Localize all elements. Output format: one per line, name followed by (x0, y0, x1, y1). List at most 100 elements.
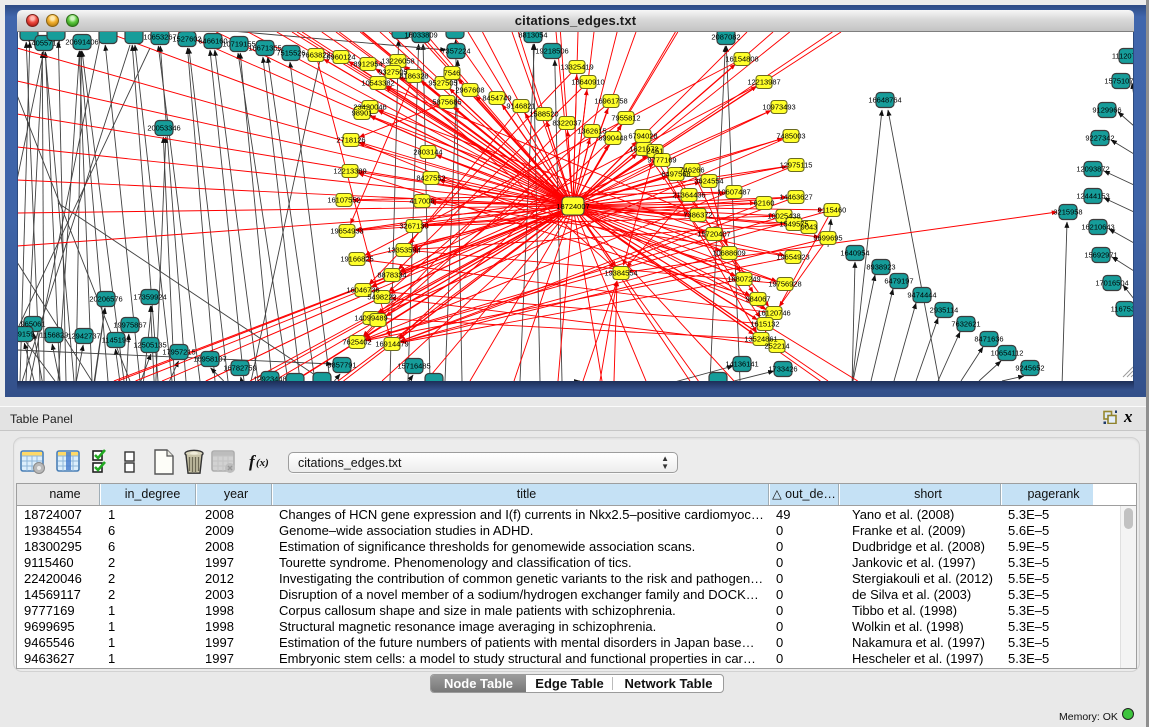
svg-text:5875685: 5875685 (432, 98, 461, 107)
svg-text:12213987: 12213987 (747, 78, 780, 87)
svg-text:15751074: 15751074 (1104, 77, 1134, 86)
svg-text:10958107: 10958107 (193, 355, 226, 364)
svg-text:9527505: 9527505 (428, 79, 457, 88)
svg-text:19166825: 19166825 (340, 255, 373, 264)
svg-text:8938923: 8938923 (866, 263, 895, 272)
svg-text:6479197: 6479197 (884, 277, 913, 286)
svg-text:2087082: 2087082 (711, 33, 740, 42)
svg-text:17016504: 17016504 (1095, 279, 1128, 288)
svg-text:9857791: 9857791 (327, 361, 356, 370)
svg-text:18724007: 18724007 (556, 202, 589, 211)
svg-text:21364436: 21364436 (672, 191, 705, 200)
svg-text:2451: 2451 (647, 147, 664, 156)
svg-text:10973493: 10973493 (762, 103, 795, 112)
svg-text:19975867: 19975867 (113, 321, 146, 330)
svg-text:18807249: 18807249 (727, 275, 760, 284)
svg-text:19384554: 19384554 (604, 269, 637, 278)
svg-text:6794028: 6794028 (628, 132, 657, 141)
svg-text:9245652: 9245652 (1015, 364, 1044, 373)
svg-text:16648764: 16648764 (868, 96, 901, 105)
svg-text:2803144: 2803144 (413, 148, 442, 157)
svg-text:14055714: 14055714 (27, 39, 60, 48)
svg-text:5498222: 5498222 (367, 293, 396, 302)
svg-text:7357224: 7357224 (441, 47, 470, 56)
svg-text:984067: 984067 (745, 295, 770, 304)
svg-text:11120734: 11120734 (1112, 52, 1134, 61)
svg-text:16914479: 16914479 (375, 340, 408, 349)
svg-text:1167531: 1167531 (1111, 305, 1134, 314)
svg-text:12093872: 12093872 (1076, 165, 1109, 174)
svg-text:7632621: 7632621 (951, 320, 980, 329)
svg-text:19756928: 19756928 (768, 280, 801, 289)
svg-text:98901: 98901 (352, 109, 373, 118)
svg-text:7955812: 7955812 (611, 114, 640, 123)
svg-text:7386372: 7386372 (683, 211, 712, 220)
svg-text:1145194: 1145194 (102, 336, 131, 345)
svg-text:2935114: 2935114 (930, 306, 959, 315)
svg-text:20206576: 20206576 (89, 295, 122, 304)
svg-text:965061: 965061 (20, 320, 45, 329)
svg-text:10543382: 10543382 (361, 79, 394, 88)
svg-text:8960124: 8960124 (326, 53, 355, 62)
svg-text:1640954: 1640954 (840, 249, 869, 258)
svg-text:1615132: 1615132 (750, 320, 779, 329)
svg-text:1733426: 1733426 (768, 365, 797, 374)
svg-text:13325419: 13325419 (560, 63, 593, 72)
svg-text:18640910: 18640910 (571, 78, 604, 87)
svg-text:10688609: 10688609 (712, 249, 745, 258)
svg-text:9043: 9043 (801, 223, 818, 232)
svg-text:9699695: 9699695 (813, 234, 842, 243)
svg-text:12444153: 12444153 (1076, 192, 1109, 201)
svg-text:8427552: 8427552 (416, 174, 445, 183)
svg-text:9474444: 9474444 (907, 291, 936, 300)
svg-text:13353594: 13353594 (387, 246, 420, 255)
svg-text:(x): (x) (256, 457, 269, 469)
svg-text:12213389: 12213389 (333, 167, 366, 176)
svg-text:16210643: 16210643 (1081, 223, 1114, 232)
svg-text:3215958: 3215958 (1053, 208, 1082, 217)
svg-text:13226058: 13226058 (381, 57, 414, 66)
svg-text:19654923: 19654923 (776, 253, 809, 262)
svg-text:15716485: 15716485 (397, 362, 430, 371)
svg-text:7485003: 7485003 (776, 132, 805, 141)
svg-text:16107552: 16107552 (327, 196, 360, 205)
svg-text:417006: 417006 (409, 197, 434, 206)
svg-text:19218506: 19218506 (535, 47, 568, 56)
svg-text:16033809: 16033809 (404, 32, 437, 40)
svg-text:3267130: 3267130 (399, 222, 428, 231)
svg-text:16120746: 16120746 (757, 309, 790, 318)
svg-text:2967608: 2967608 (455, 86, 484, 95)
svg-text:16961758: 16961758 (594, 97, 627, 106)
svg-text:8471636: 8471636 (974, 335, 1003, 344)
svg-text:9115460: 9115460 (818, 206, 847, 215)
svg-text:14463627: 14463627 (779, 193, 812, 202)
svg-text:17957215: 17957215 (162, 348, 195, 357)
svg-text:1527602: 1527602 (172, 35, 201, 44)
svg-text:12975115: 12975115 (780, 161, 813, 170)
svg-text:20691406: 20691406 (65, 38, 98, 47)
svg-text:1156829: 1156829 (40, 331, 69, 340)
svg-text:9129966: 9129966 (1092, 106, 1121, 115)
svg-text:7625402: 7625402 (342, 338, 371, 347)
svg-text:14099489: 14099489 (354, 314, 387, 323)
svg-text:8813054: 8813054 (518, 32, 547, 40)
svg-text:12942737: 12942737 (67, 332, 100, 341)
svg-text:8186328: 8186328 (399, 72, 428, 81)
svg-text:15720407: 15720407 (697, 230, 730, 239)
svg-text:9227342: 9227342 (1085, 134, 1114, 143)
svg-text:10654112: 10654112 (991, 349, 1024, 358)
svg-text:7546: 7546 (444, 69, 461, 78)
svg-text:62160: 62160 (754, 199, 775, 208)
svg-text:3624554: 3624554 (694, 177, 723, 186)
svg-text:6990448: 6990448 (598, 134, 627, 143)
svg-text:10607487: 10607487 (717, 188, 750, 197)
svg-text:1588520: 1588520 (529, 110, 558, 119)
svg-text:15692971: 15692971 (1084, 251, 1117, 260)
svg-text:2718126: 2718126 (336, 136, 365, 145)
svg-text:17359924: 17359924 (133, 293, 166, 302)
svg-text:39159: 39159 (17, 330, 34, 339)
svg-text:252214: 252214 (764, 342, 789, 351)
svg-text:9777169: 9777169 (647, 156, 676, 165)
svg-text:19654933: 19654933 (330, 227, 363, 236)
svg-text:14136141: 14136141 (725, 360, 758, 369)
